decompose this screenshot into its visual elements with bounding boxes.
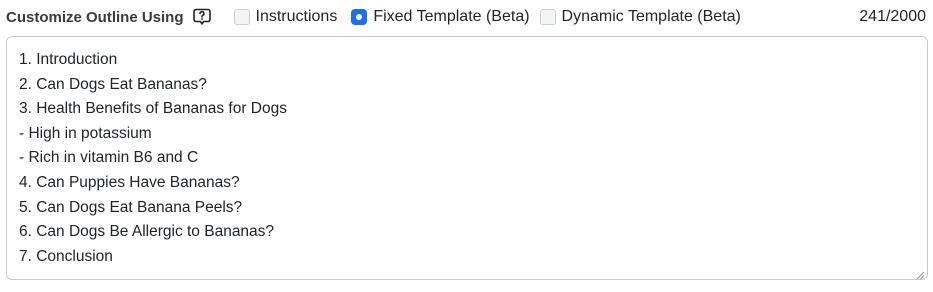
option-instructions[interactable]: Instructions <box>233 8 338 26</box>
outline-line: 2. Can Dogs Eat Bananas? <box>19 75 207 93</box>
dynamic-template-checkbox[interactable] <box>539 9 556 25</box>
option-label: Instructions <box>255 8 338 25</box>
character-counter: 241/2000 <box>859 8 926 25</box>
outline-line: - Rich in vitamin B6 and C <box>19 149 199 167</box>
section-title: Customize Outline Using <box>6 8 184 26</box>
outline-line: 6. Can Dogs Be Allergic to Bananas? <box>19 223 275 241</box>
outline-toolbar: Customize Outline Using Instructions Fix… <box>6 4 928 30</box>
outline-customizer: Customize Outline Using Instructions Fix… <box>0 0 933 292</box>
option-label: Dynamic Template (Beta) <box>561 8 741 25</box>
outline-line: 7. Conclusion <box>19 247 113 265</box>
outline-line: 3. Health Benefits of Bananas for Dogs <box>19 100 287 118</box>
option-fixed-template[interactable]: Fixed Template (Beta) <box>351 8 530 26</box>
outline-line: 1. Introduction <box>19 51 118 68</box>
instructions-checkbox[interactable] <box>233 9 250 25</box>
option-label: Fixed Template (Beta) <box>373 8 530 25</box>
outline-textarea[interactable]: 1. Introduction 2. Can Dogs Eat Bananas?… <box>6 36 928 280</box>
outline-line: - High in potassium <box>19 124 152 142</box>
outline-line: 5. Can Dogs Eat Banana Peels? <box>19 198 243 216</box>
resize-handle-icon[interactable] <box>915 267 925 280</box>
outline-line: 4. Can Puppies Have Bananas? <box>19 173 240 191</box>
help-question-icon[interactable] <box>192 7 212 27</box>
option-dynamic-template[interactable]: Dynamic Template (Beta) <box>539 8 741 26</box>
fixed-template-radio[interactable] <box>351 9 368 25</box>
